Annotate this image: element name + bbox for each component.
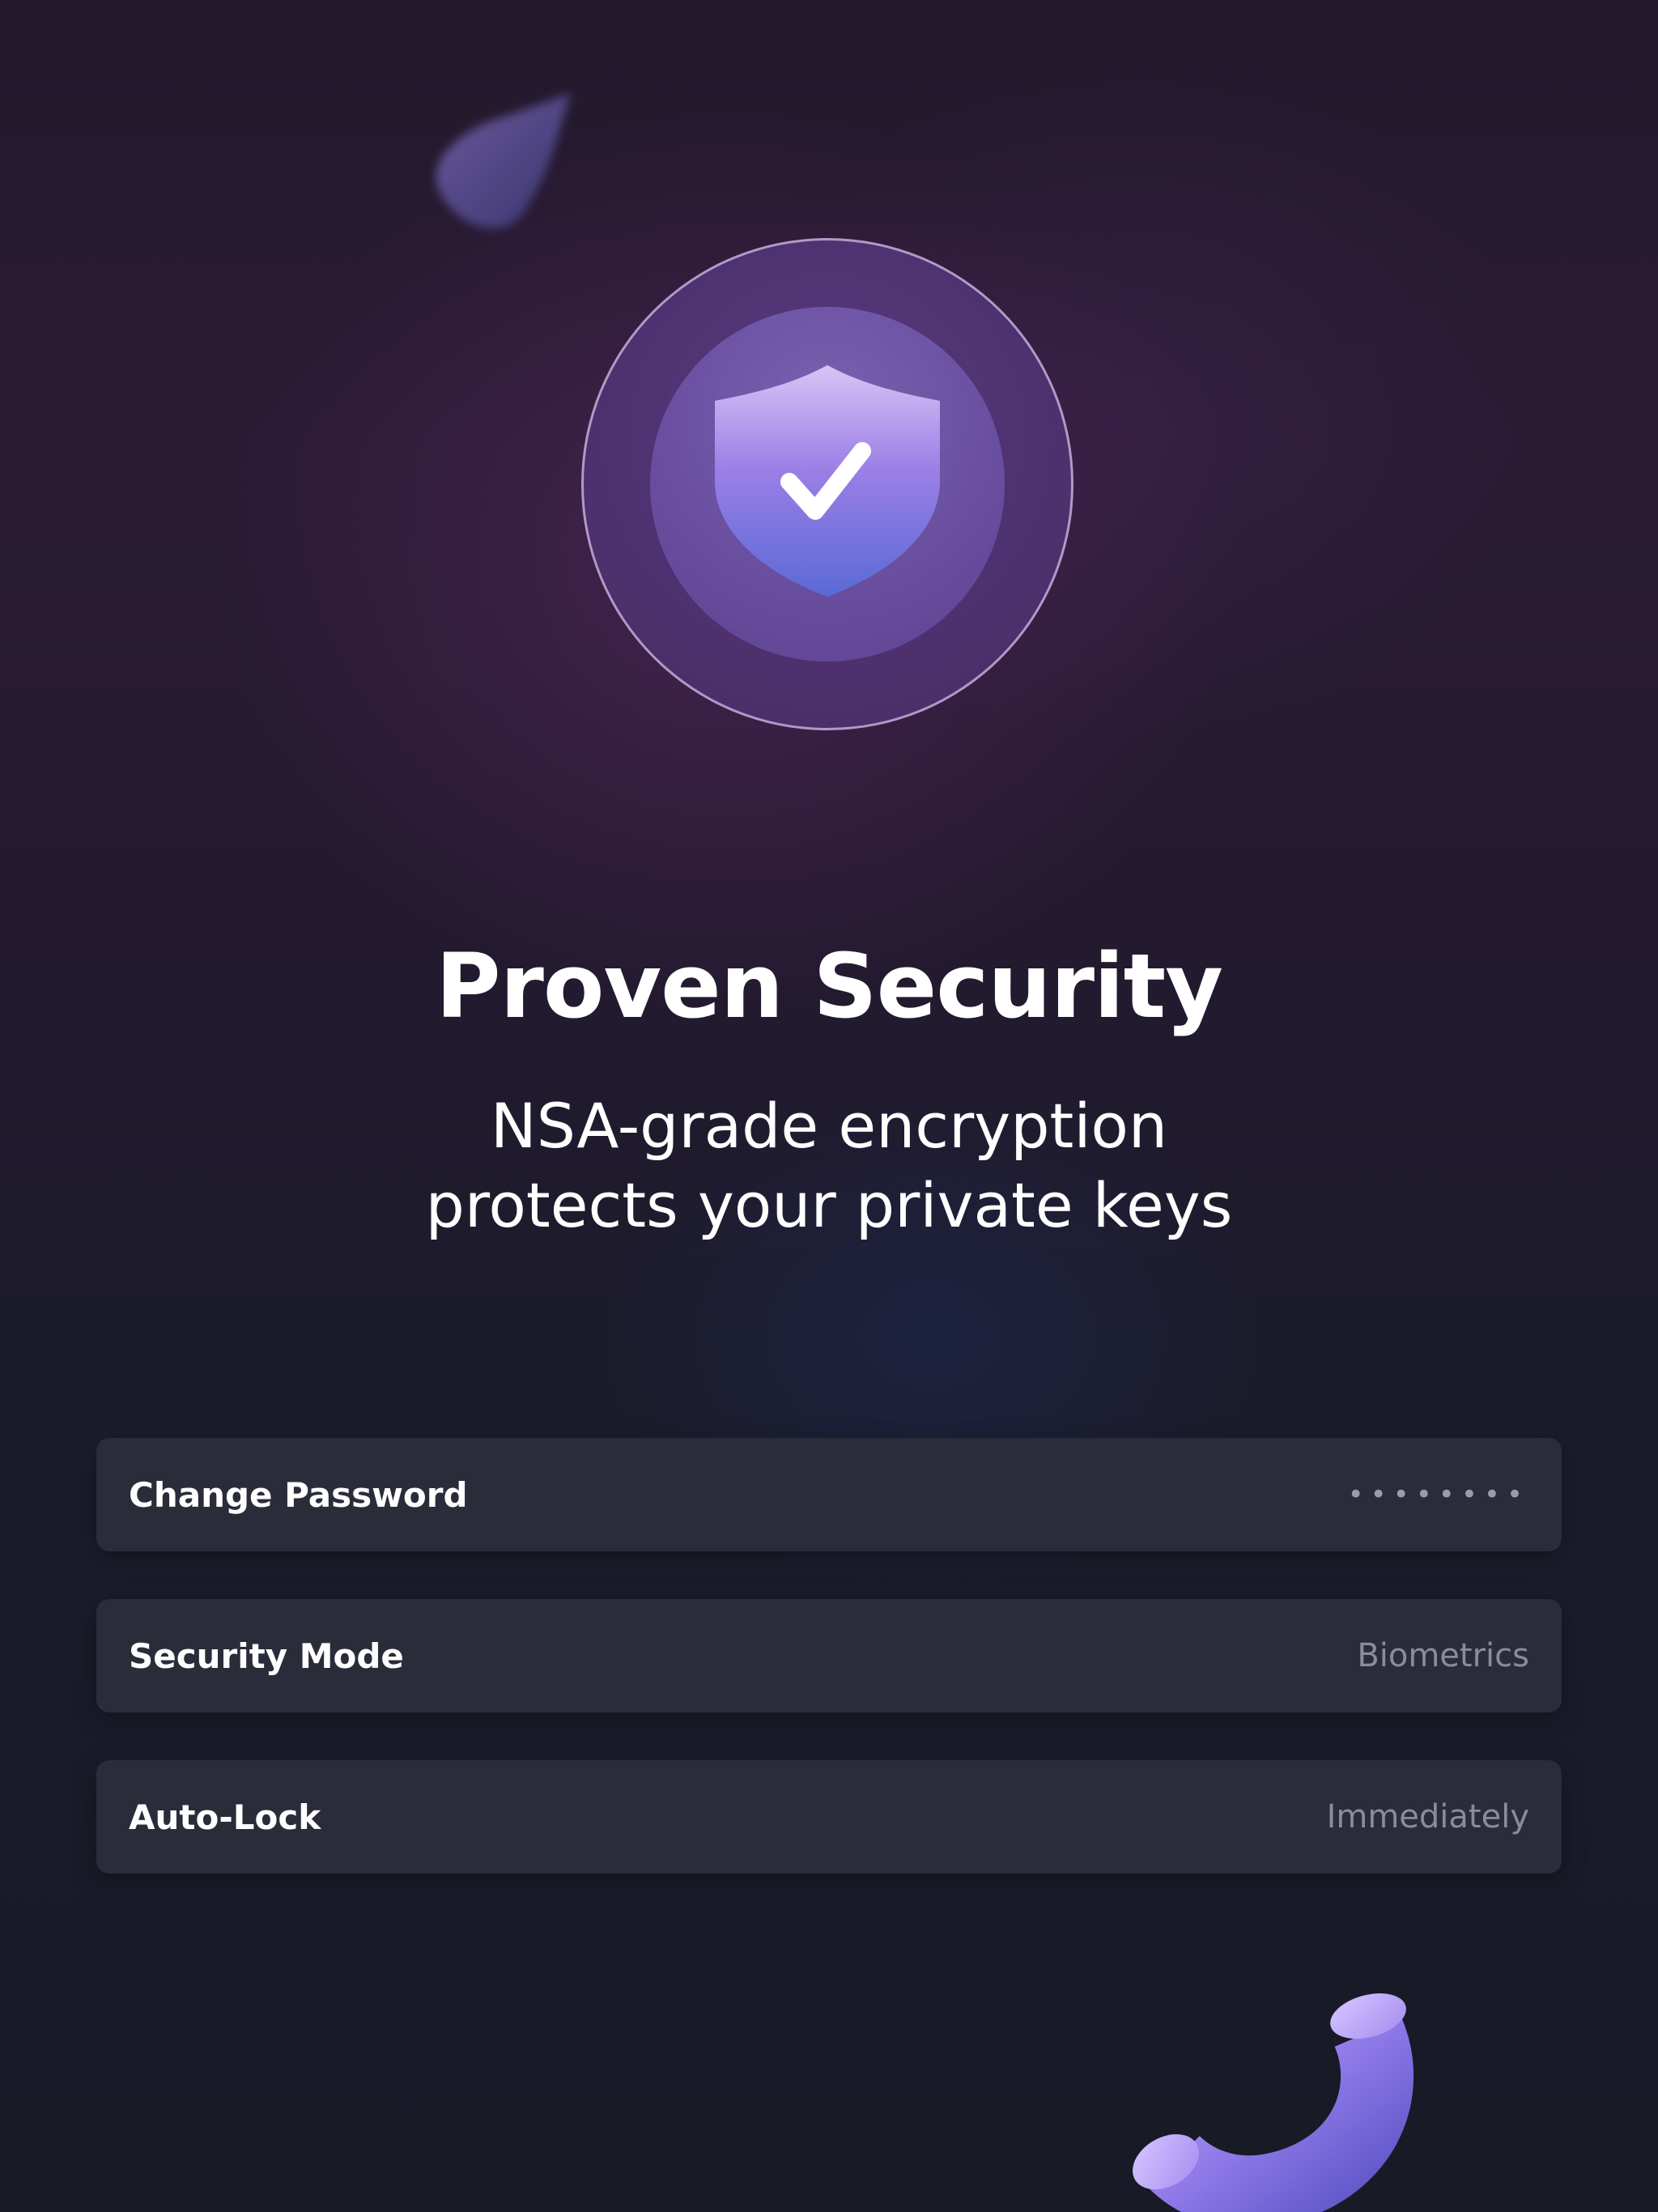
setting-label: Security Mode — [129, 1636, 404, 1676]
page-subtitle: NSA-grade encryption protects your priva… — [0, 1087, 1658, 1245]
security-badge-inner — [650, 307, 1005, 661]
security-badge — [581, 238, 1073, 730]
setting-label: Auto-Lock — [129, 1797, 321, 1837]
security-settings-list: Change Password •••••••• Security Mode B… — [96, 1438, 1562, 1921]
decorative-drop-shape — [436, 93, 571, 228]
setting-value: Biometrics — [1357, 1637, 1529, 1674]
setting-row-change-password[interactable]: Change Password •••••••• — [96, 1438, 1562, 1551]
shield-check-icon — [715, 365, 940, 597]
subtitle-line-2: protects your private keys — [425, 1169, 1233, 1241]
setting-row-security-mode[interactable]: Security Mode Biometrics — [96, 1599, 1562, 1712]
page-title: Proven Security — [436, 934, 1223, 1038]
decorative-tube-shape — [1133, 1993, 1414, 2212]
setting-row-auto-lock[interactable]: Auto-Lock Immediately — [96, 1760, 1562, 1874]
setting-value: Immediately — [1326, 1798, 1529, 1836]
subtitle-line-1: NSA-grade encryption — [490, 1090, 1168, 1162]
password-mask: •••••••• — [1347, 1478, 1529, 1511]
setting-label: Change Password — [129, 1474, 468, 1515]
